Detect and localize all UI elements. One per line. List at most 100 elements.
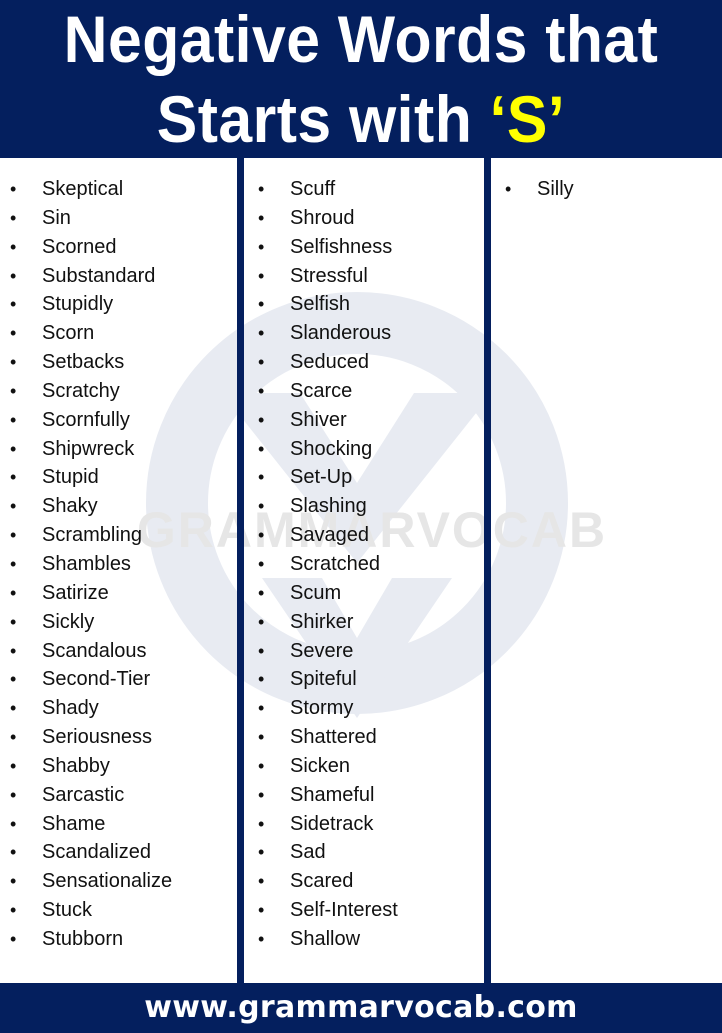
title-prefix: Starts with	[156, 82, 490, 156]
bullet-icon: •	[10, 871, 17, 892]
bullet-icon: •	[10, 727, 17, 748]
word-text: Shiver	[290, 408, 347, 431]
word-text: Stupid	[42, 466, 99, 489]
list-item: • Stressful	[256, 262, 398, 291]
word-text: Scandalous	[42, 639, 147, 662]
word-text: Shocking	[290, 437, 373, 460]
bullet-icon: •	[258, 813, 265, 834]
word-text: Seriousness	[42, 726, 153, 749]
word-text: Scorned	[42, 235, 117, 258]
bullet-icon: •	[10, 179, 17, 199]
list-item: • Set-Up	[256, 463, 398, 492]
bullet-icon: •	[10, 265, 17, 286]
page-title-line-2: Starts with ‘S’	[29, 86, 693, 152]
word-text: Sensationalize	[42, 870, 173, 893]
list-item: • Second-Tier	[8, 665, 172, 694]
bullet-icon: •	[10, 900, 17, 921]
bullet-icon: •	[258, 669, 265, 690]
list-item: • Shocking	[256, 435, 398, 464]
word-text: Stuck	[42, 899, 93, 922]
list-item: • Stubborn	[8, 925, 172, 954]
word-text: Shabby	[42, 754, 110, 777]
bullet-icon: •	[258, 784, 265, 805]
bullet-icon: •	[10, 438, 17, 459]
list-item: • Slanderous	[256, 319, 398, 348]
word-text: Setbacks	[42, 351, 125, 374]
word-text: Stupidly	[42, 293, 114, 316]
word-text: Scratched	[290, 552, 381, 575]
list-item: • Scandalous	[8, 637, 172, 666]
list-item: • Sad	[256, 838, 398, 867]
word-text: Scared	[290, 870, 354, 893]
list-item: • Scratchy	[8, 377, 172, 406]
bullet-icon: •	[258, 352, 265, 373]
word-text: Scratchy	[42, 379, 120, 402]
bullet-icon: •	[258, 380, 265, 401]
word-text: Sickly	[42, 610, 95, 633]
bullet-icon: •	[258, 179, 265, 199]
bullet-icon: •	[10, 294, 17, 315]
bullet-icon: •	[258, 698, 265, 719]
word-text: Savaged	[290, 524, 369, 547]
list-item: • Self-Interest	[256, 896, 398, 925]
word-text: Set-Up	[290, 466, 353, 489]
website-url-link[interactable]: www.grammarvocab.com	[0, 983, 722, 1033]
list-item: • Shattered	[256, 723, 398, 752]
word-text: Shameful	[290, 783, 375, 806]
list-item: • Scratched	[256, 550, 398, 579]
word-text: Selfish	[290, 293, 351, 316]
page-title-line-1: Negative Words that	[63, 2, 659, 76]
word-list-area: GRAMMARVOCAB • Skeptical • Sin • Scorned • Subs…	[0, 158, 722, 983]
column-divider-1	[237, 158, 244, 983]
word-text: Shambles	[42, 552, 131, 575]
list-item: • Savaged	[256, 521, 398, 550]
word-text: Shame	[42, 812, 106, 835]
word-text: Sidetrack	[290, 812, 374, 835]
word-text: Stressful	[290, 264, 368, 287]
word-text: Self-Interest	[290, 899, 398, 922]
bullet-icon: •	[258, 928, 265, 949]
word-column-3: • Silly	[503, 175, 574, 204]
bullet-icon: •	[10, 582, 17, 603]
list-item: • Spiteful	[256, 665, 398, 694]
word-text: Scarce	[290, 379, 353, 402]
list-item: • Sin	[8, 204, 172, 233]
word-text: Shattered	[290, 726, 377, 749]
list-item: • Shady	[8, 694, 172, 723]
bullet-icon: •	[258, 900, 265, 921]
list-item: • Sarcastic	[8, 781, 172, 810]
list-item: • Scum	[256, 579, 398, 608]
word-text: Shipwreck	[42, 437, 135, 460]
word-text: Sarcastic	[42, 783, 125, 806]
word-text: Scornfully	[42, 408, 130, 431]
word-text: Skeptical	[42, 178, 124, 200]
bullet-icon: •	[258, 525, 265, 546]
word-text: Severe	[290, 639, 354, 662]
bullet-icon: •	[10, 236, 17, 257]
list-item: • Skeptical	[8, 175, 172, 204]
list-item: • Sensationalize	[8, 867, 172, 896]
list-item: • Scared	[256, 867, 398, 896]
word-text: Spiteful	[290, 668, 357, 691]
list-item: • Slashing	[256, 492, 398, 521]
bullet-icon: •	[10, 755, 17, 776]
bullet-icon: •	[10, 409, 17, 430]
bullet-icon: •	[258, 640, 265, 661]
word-text: Scum	[290, 581, 342, 604]
list-item: • Selfish	[256, 290, 398, 319]
list-item: • Shambles	[8, 550, 172, 579]
bullet-icon: •	[258, 842, 265, 863]
bullet-icon: •	[10, 352, 17, 373]
list-item: • Shirker	[256, 608, 398, 637]
bullet-icon: •	[10, 496, 17, 517]
word-text: Shroud	[290, 206, 355, 229]
word-column-2: • Scuff • Shroud • Selfishness • Stressful • Self…	[256, 175, 398, 954]
list-item: • Shame	[8, 810, 172, 839]
word-text: Scorn	[42, 322, 95, 345]
word-text: Scrambling	[42, 524, 143, 547]
bullet-icon: •	[258, 467, 265, 488]
bullet-icon: •	[10, 698, 17, 719]
word-text: Shallow	[290, 927, 361, 950]
list-item: • Setbacks	[8, 348, 172, 377]
word-text: Satirize	[42, 581, 109, 604]
